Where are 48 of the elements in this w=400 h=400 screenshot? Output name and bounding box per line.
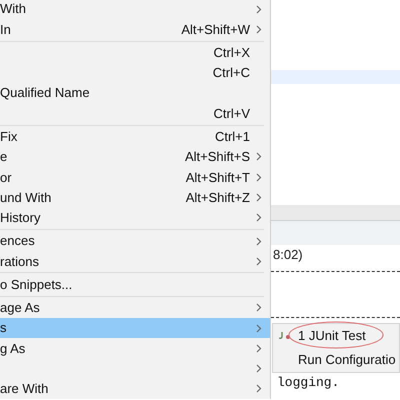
menu-item[interactable]: History	[0, 208, 270, 228]
menu-item[interactable]: s	[0, 318, 270, 338]
menu-item[interactable]: or Alt+Shift+T	[0, 167, 270, 188]
menu-item-label: e	[0, 148, 8, 166]
shortcut-label: Ctrl+X	[214, 44, 250, 62]
menu-item[interactable]: ences	[0, 230, 270, 252]
menu-item-label: g As	[0, 340, 26, 358]
submenu-item[interactable]: Run Configuratio	[273, 348, 399, 372]
menu-item[interactable]: In Alt+Shift+W	[0, 19, 270, 40]
console-text: logging.	[276, 374, 340, 392]
menu-item[interactable]: g As	[0, 338, 270, 358]
console-header: 8:02)	[272, 246, 304, 264]
menu-item-label: In	[0, 20, 11, 39]
menu-item[interactable]: Ctrl+C	[0, 62, 270, 84]
menu-item-label: und With	[0, 188, 52, 207]
shortcut-label: Alt+Shift+S	[184, 148, 250, 166]
test-icon	[279, 332, 291, 340]
submenu-item-label: Run Configuratio	[298, 351, 396, 370]
menu-item[interactable]: Qualified Name	[0, 83, 270, 104]
menu-item-label: rations	[0, 252, 40, 271]
menu-item-label: o Snippets...	[0, 276, 72, 294]
menu-item-label: or	[0, 168, 12, 187]
shortcut-label: Alt+Shift+W	[181, 20, 250, 39]
menu-item[interactable]: Ctrl+V	[0, 103, 270, 124]
menu-item-label: ences	[0, 232, 35, 250]
menu-item[interactable]: o Snippets...	[0, 274, 270, 295]
menu-item-label: Qualified Name	[0, 84, 90, 102]
menu-item[interactable]: With	[0, 0, 270, 20]
submenu-item[interactable]: 1 JUnit Test	[273, 324, 399, 348]
menu-item[interactable]: are With	[0, 378, 270, 400]
menu-item[interactable]: Fix Ctrl+1	[0, 126, 270, 147]
menu-item-label: Fix	[0, 128, 18, 146]
shortcut-label: Ctrl+V	[214, 104, 250, 123]
shortcut-label: Alt+Shift+Z	[186, 188, 250, 207]
submenu-item-label: 1 JUnit Test	[298, 327, 366, 346]
menu-item-label: s	[0, 319, 6, 338]
shortcut-label: Alt+Shift+T	[186, 168, 250, 187]
menu-item-label: age As	[0, 299, 40, 318]
menu-item[interactable]: e Alt+Shift+S	[0, 146, 270, 168]
menu-item-label: History	[0, 209, 40, 228]
menu-item-label: With	[0, 0, 26, 18]
shortcut-label: Ctrl+C	[212, 64, 250, 82]
menu-item[interactable]: Ctrl+X	[0, 42, 270, 63]
menu-item[interactable]: und With Alt+Shift+Z	[0, 187, 270, 208]
shortcut-label: Ctrl+1	[214, 128, 250, 146]
menu-item[interactable]: age As	[0, 298, 270, 318]
menu-item[interactable]: rations	[0, 251, 270, 272]
menu-item-label: are With	[0, 380, 48, 398]
